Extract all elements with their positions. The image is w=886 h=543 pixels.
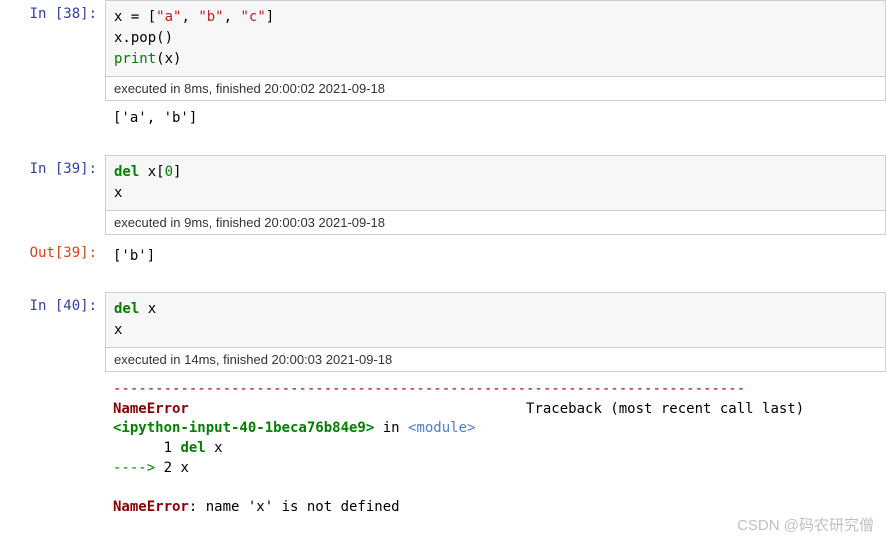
execution-info: executed in 9ms, finished 20:00:03 2021-…: [105, 211, 886, 235]
cell-39: In [39]: del x[0] x executed in 9ms, fin…: [0, 155, 886, 235]
error-output: ----------------------------------------…: [105, 372, 886, 529]
in-prompt: In [40]:: [0, 292, 105, 314]
output-text: ['b']: [105, 239, 886, 279]
cell-40: In [40]: del x x executed in 14ms, finis…: [0, 292, 886, 529]
cell-content: x = ["a", "b", "c"] x.pop() print(x) exe…: [105, 0, 886, 141]
cell-content: del x[0] x executed in 9ms, finished 20:…: [105, 155, 886, 235]
output-text: ['a', 'b']: [105, 101, 886, 141]
watermark: CSDN @码农研究僧: [737, 514, 874, 535]
cell-output: ['b']: [105, 239, 886, 279]
code-input[interactable]: x = ["a", "b", "c"] x.pop() print(x): [105, 0, 886, 77]
code-input[interactable]: del x[0] x: [105, 155, 886, 211]
out-prompt: Out[39]:: [0, 239, 105, 261]
execution-info: executed in 8ms, finished 20:00:02 2021-…: [105, 77, 886, 101]
in-prompt: In [38]:: [0, 0, 105, 22]
in-prompt: In [39]:: [0, 155, 105, 177]
execution-info: executed in 14ms, finished 20:00:03 2021…: [105, 348, 886, 372]
code-input[interactable]: del x x: [105, 292, 886, 348]
cell-38: In [38]: x = ["a", "b", "c"] x.pop() pri…: [0, 0, 886, 141]
cell-content: del x x executed in 14ms, finished 20:00…: [105, 292, 886, 529]
cell-39-out: Out[39]: ['b']: [0, 239, 886, 279]
